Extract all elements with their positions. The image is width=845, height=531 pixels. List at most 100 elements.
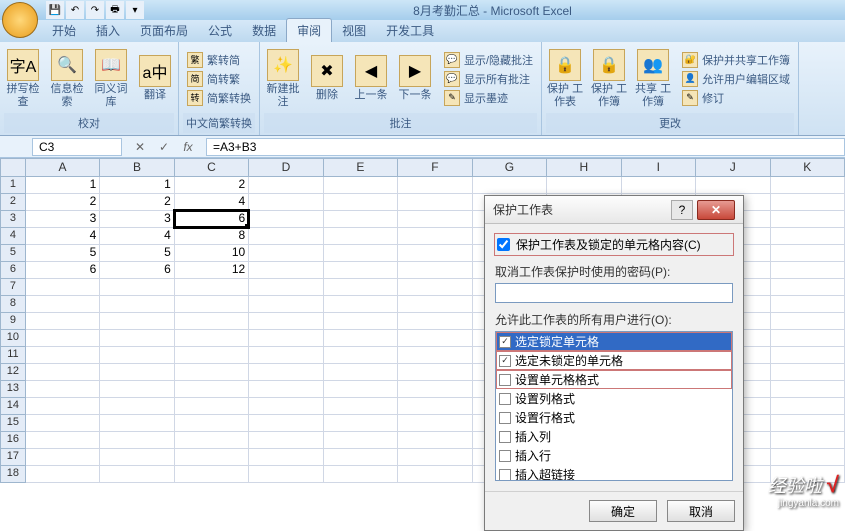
cell[interactable] [771, 347, 845, 364]
cell[interactable] [175, 398, 249, 415]
checkbox-icon[interactable] [499, 469, 511, 481]
cell[interactable] [771, 449, 845, 466]
cell[interactable] [100, 432, 174, 449]
column-header[interactable]: J [696, 158, 770, 177]
cell[interactable] [100, 398, 174, 415]
cell[interactable] [175, 330, 249, 347]
checkbox-icon[interactable] [499, 450, 511, 462]
cell[interactable]: 2 [100, 194, 174, 211]
row-header[interactable]: 2 [0, 194, 26, 211]
cell[interactable] [249, 381, 323, 398]
delete-comment-button[interactable]: ✖删除 [308, 55, 346, 101]
cell[interactable] [398, 296, 472, 313]
cell[interactable] [324, 262, 398, 279]
cell[interactable] [175, 296, 249, 313]
cell[interactable]: 4 [175, 194, 249, 211]
tab-开始[interactable]: 开始 [42, 19, 86, 42]
cell[interactable] [324, 432, 398, 449]
cell[interactable] [324, 466, 398, 483]
cell[interactable] [324, 296, 398, 313]
fx-icon[interactable]: fx [180, 140, 196, 154]
column-header[interactable]: E [324, 158, 398, 177]
tab-插入[interactable]: 插入 [86, 19, 130, 42]
cell[interactable] [398, 466, 472, 483]
thesaurus-button[interactable]: 📖同义词库 [92, 49, 130, 107]
qat-more-icon[interactable]: ▾ [126, 1, 144, 19]
permission-item[interactable]: 插入行 [496, 446, 732, 465]
protect-share-button[interactable]: 🔐保护并共享工作簿 [678, 51, 794, 69]
cell[interactable] [398, 449, 472, 466]
cell[interactable] [249, 398, 323, 415]
checkbox-icon[interactable]: ✓ [499, 336, 511, 348]
cell[interactable] [398, 279, 472, 296]
cell[interactable] [324, 279, 398, 296]
cell[interactable] [771, 313, 845, 330]
cell[interactable] [324, 245, 398, 262]
column-header[interactable]: H [547, 158, 621, 177]
column-header[interactable]: C [175, 158, 249, 177]
cell[interactable] [398, 415, 472, 432]
cell[interactable] [249, 432, 323, 449]
cell[interactable] [249, 211, 323, 228]
row-header[interactable]: 16 [0, 432, 26, 449]
column-header[interactable]: D [249, 158, 323, 177]
cell[interactable] [398, 347, 472, 364]
cell[interactable] [324, 177, 398, 194]
permission-item[interactable]: 设置行格式 [496, 408, 732, 427]
cell[interactable] [100, 381, 174, 398]
permission-item[interactable]: ✓选定未锁定的单元格 [496, 351, 732, 370]
tab-数据[interactable]: 数据 [242, 19, 286, 42]
cell[interactable] [175, 466, 249, 483]
cell[interactable] [696, 177, 770, 194]
share-workbook-button[interactable]: 👥共享 工作簿 [634, 49, 672, 107]
tab-视图[interactable]: 视图 [332, 19, 376, 42]
cell[interactable] [771, 432, 845, 449]
cell[interactable] [100, 466, 174, 483]
cell[interactable] [249, 262, 323, 279]
protect-contents-checkbox[interactable]: 保护工作表及锁定的单元格内容(C) [495, 234, 733, 255]
column-header[interactable]: F [398, 158, 472, 177]
ok-button[interactable]: 确定 [589, 500, 657, 522]
formula-bar[interactable]: =A3+B3 [206, 138, 845, 156]
permission-item[interactable]: 插入列 [496, 427, 732, 446]
cell[interactable] [100, 279, 174, 296]
select-all-corner[interactable] [0, 158, 26, 177]
cell[interactable] [771, 228, 845, 245]
checkbox-icon[interactable] [499, 374, 511, 386]
enter-icon[interactable]: ✓ [156, 140, 172, 154]
cell[interactable] [249, 347, 323, 364]
checkbox-icon[interactable] [499, 431, 511, 443]
cell[interactable] [324, 330, 398, 347]
cell[interactable] [249, 330, 323, 347]
cell[interactable] [324, 211, 398, 228]
cell[interactable] [249, 296, 323, 313]
row-header[interactable]: 12 [0, 364, 26, 381]
cancel-icon[interactable]: ✕ [132, 140, 148, 154]
protect-contents-input[interactable] [497, 238, 510, 251]
cell[interactable] [398, 330, 472, 347]
cell[interactable] [249, 279, 323, 296]
simp-to-trad-button[interactable]: 简简转繁 [183, 70, 255, 88]
row-header[interactable]: 6 [0, 262, 26, 279]
permission-item[interactable]: 设置单元格格式 [496, 370, 732, 389]
cell[interactable] [100, 296, 174, 313]
row-header[interactable]: 8 [0, 296, 26, 313]
permissions-listbox[interactable]: ✓选定锁定单元格✓选定未锁定的单元格设置单元格格式设置列格式设置行格式插入列插入… [495, 331, 733, 481]
cell[interactable] [249, 245, 323, 262]
permission-item[interactable]: 设置列格式 [496, 389, 732, 408]
show-ink-button[interactable]: ✎显示墨迹 [440, 89, 537, 107]
cell[interactable] [175, 364, 249, 381]
cell[interactable] [771, 177, 845, 194]
cell[interactable] [175, 415, 249, 432]
cell[interactable] [249, 449, 323, 466]
allow-edit-ranges-button[interactable]: 👤允许用户编辑区域 [678, 70, 794, 88]
cell[interactable] [26, 347, 100, 364]
cell[interactable] [249, 364, 323, 381]
cell[interactable] [324, 381, 398, 398]
permission-item[interactable]: ✓选定锁定单元格 [496, 332, 732, 351]
cell[interactable] [324, 194, 398, 211]
cell[interactable] [175, 449, 249, 466]
cell[interactable] [398, 245, 472, 262]
column-header[interactable]: I [622, 158, 696, 177]
dialog-titlebar[interactable]: 保护工作表 ? ✕ [485, 196, 743, 224]
